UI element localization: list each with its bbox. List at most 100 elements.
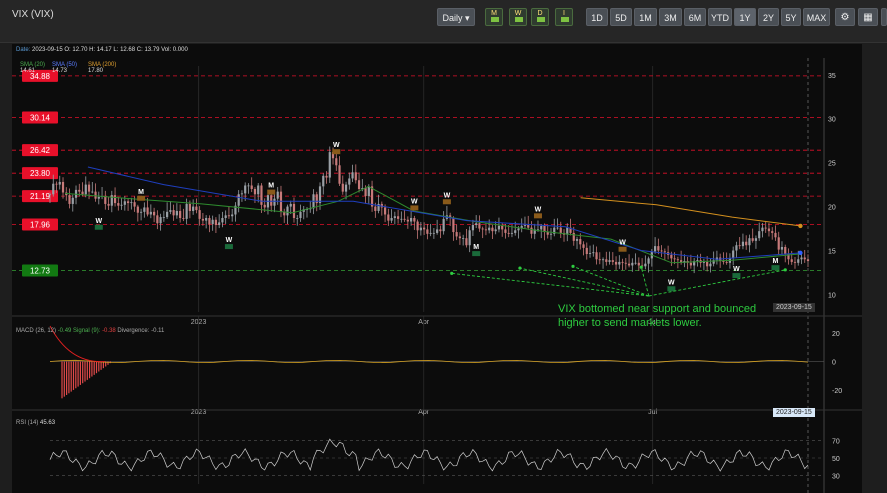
candle-body <box>94 191 97 199</box>
annotation-arrowhead <box>571 264 575 268</box>
signal-flag <box>732 273 741 279</box>
range-5d-button[interactable]: 5D <box>610 8 632 26</box>
candle-body <box>130 202 133 204</box>
candle-body <box>585 247 588 255</box>
macd-legend: MACD (26, 12) -0.49 Signal (9): -0.38 Di… <box>16 328 165 334</box>
candle-body <box>364 188 367 197</box>
candle-body <box>738 245 741 247</box>
candle-body <box>276 191 279 199</box>
candle-body <box>771 231 774 233</box>
candle-body <box>357 180 361 189</box>
candle-body <box>806 259 810 262</box>
candle-body <box>481 228 484 230</box>
candle-body <box>458 236 462 239</box>
level-label-26.42: 26.42 <box>30 146 51 155</box>
candle-body <box>530 227 533 234</box>
range-max-button[interactable]: MAX <box>803 8 830 26</box>
candle-body <box>634 262 637 264</box>
signal-marker-W: W <box>333 142 340 149</box>
settings-icon[interactable]: ⚙ <box>835 8 855 26</box>
candle-body <box>676 259 679 261</box>
candle-body <box>273 198 276 206</box>
signal-flag <box>332 149 341 155</box>
y-tick-label-10: 10 <box>828 292 836 299</box>
candle-body <box>732 250 735 259</box>
candle-body <box>627 263 631 266</box>
candle-body <box>624 262 627 264</box>
candle-body <box>172 210 175 216</box>
candle-body <box>582 244 585 248</box>
candle-body <box>621 261 624 263</box>
candle-body <box>797 259 800 263</box>
candle-body <box>764 227 767 229</box>
range-1m-button[interactable]: 1M <box>634 8 657 26</box>
signal-marker-W: W <box>733 266 740 273</box>
more-icon[interactable] <box>881 8 887 26</box>
candle-body <box>71 197 74 204</box>
signal-marker-M: M <box>268 183 274 190</box>
sma200-line <box>580 197 801 227</box>
candle-body <box>488 227 491 231</box>
interval-dropdown[interactable]: Daily ▾ <box>437 8 475 26</box>
range-1y-button[interactable]: 1Y <box>734 8 756 26</box>
signal-flag <box>472 251 481 257</box>
candle-body <box>175 210 178 216</box>
signal-marker-W: W <box>411 198 418 205</box>
candle-body <box>709 263 712 267</box>
candle-body <box>741 241 745 247</box>
candle-body <box>374 206 377 211</box>
calculator-icon[interactable]: ▦ <box>858 8 878 26</box>
level-label-12.73: 12.73 <box>30 266 51 275</box>
candle-body <box>601 259 605 261</box>
candle-body <box>341 183 344 192</box>
candle-body <box>328 152 331 178</box>
candle-body <box>162 217 165 218</box>
signal-flag <box>442 199 451 205</box>
candle-body <box>182 217 185 219</box>
candle-body <box>393 216 396 218</box>
candle-body <box>250 185 253 189</box>
range-3m-button[interactable]: 3M <box>659 8 682 26</box>
candle-body <box>673 258 676 260</box>
signal-marker-W: W <box>444 192 451 199</box>
candle-body <box>514 230 517 233</box>
candle-body <box>325 175 328 178</box>
daily-chart-icon[interactable]: D <box>531 8 549 26</box>
annotation-arrowhead <box>639 265 643 269</box>
candle-body <box>507 232 510 234</box>
candle-body <box>689 262 692 266</box>
candle-body <box>598 259 601 261</box>
candle-body <box>803 257 806 260</box>
candle-body <box>432 232 435 234</box>
candle-body <box>104 196 107 204</box>
range-2y-button[interactable]: 2Y <box>758 8 779 26</box>
signal-marker-W: W <box>95 218 102 225</box>
candle-body <box>436 229 439 233</box>
candle-body <box>263 204 266 208</box>
candle-body <box>126 201 130 204</box>
sma50-legend: SMA (50) 14.73 <box>52 62 78 74</box>
y-tick-label-20: 20 <box>828 205 836 212</box>
range-5y-button[interactable]: 5Y <box>781 8 801 26</box>
candle-body <box>214 219 218 226</box>
candle-body <box>185 203 188 219</box>
candle-body <box>257 185 260 195</box>
candle-body <box>270 195 273 206</box>
candle-body <box>478 223 481 229</box>
candle-body <box>289 203 292 207</box>
candle-body <box>367 186 370 197</box>
candle-body <box>221 217 224 223</box>
intraday-chart-icon[interactable]: I <box>555 8 573 26</box>
range-ytd-button[interactable]: YTD <box>708 8 732 26</box>
candle-body <box>231 214 234 217</box>
candle-body <box>725 261 728 263</box>
range-6m-button[interactable]: 6M <box>684 8 706 26</box>
level-label-23.8: 23.80 <box>30 169 51 178</box>
candle-body <box>146 207 149 215</box>
range-1d-button[interactable]: 1D <box>586 8 608 26</box>
candle-body <box>198 210 201 219</box>
price-chart-svg[interactable]: 20232023AprAprJulJul34.8830.1426.4223.80… <box>12 44 862 493</box>
weekly-chart-icon[interactable]: W <box>509 8 527 26</box>
monthly-chart-icon[interactable]: M <box>485 8 503 26</box>
candle-body <box>143 207 146 212</box>
